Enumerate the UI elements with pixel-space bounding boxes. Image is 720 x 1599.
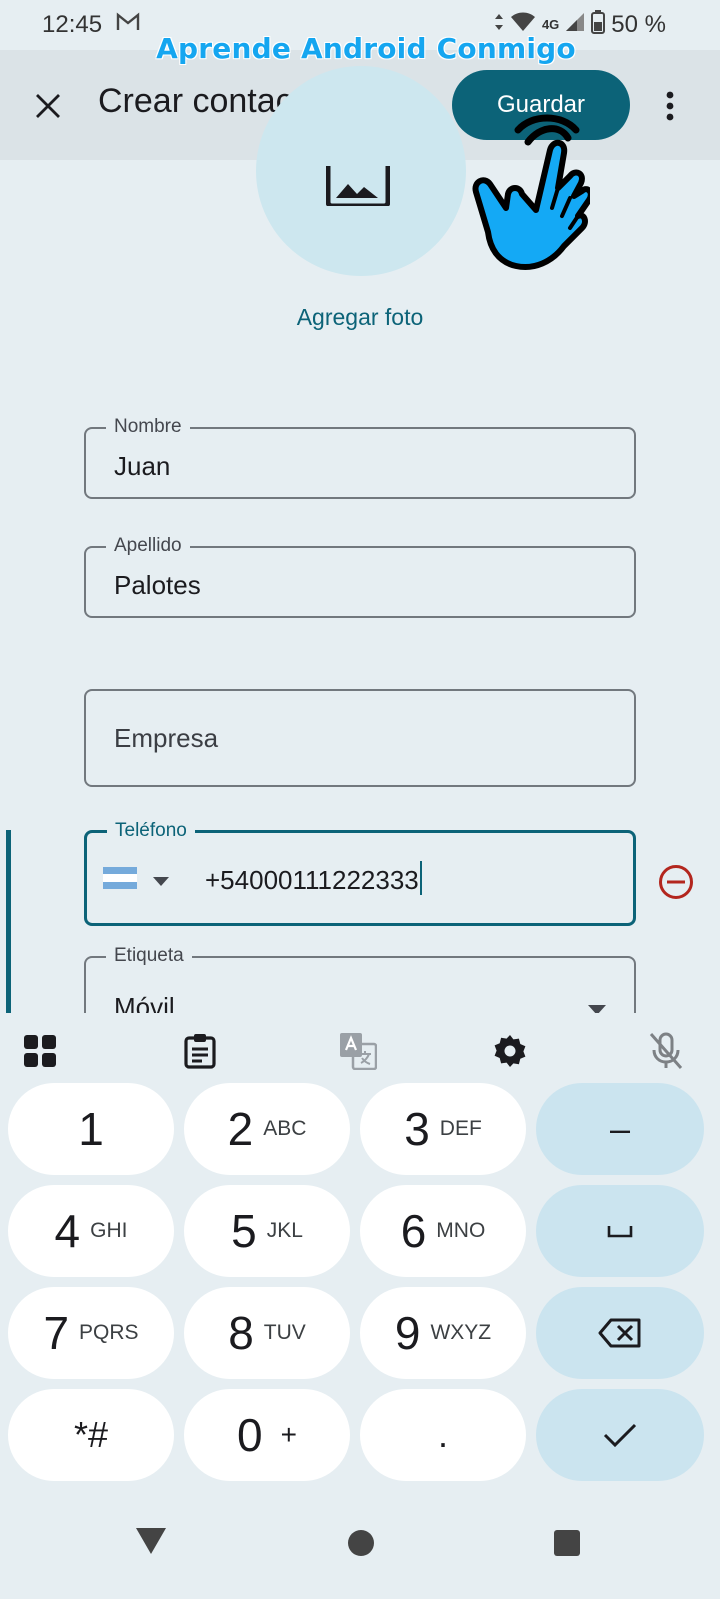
nav-recents-icon[interactable] xyxy=(554,1530,580,1556)
more-options-button[interactable] xyxy=(650,84,690,128)
argentina-flag-icon[interactable] xyxy=(103,867,137,889)
key-5[interactable]: 5 JKL xyxy=(184,1185,350,1277)
watermark-text: Aprende Android Conmigo xyxy=(156,32,576,65)
pointing-hand-icon xyxy=(466,112,594,285)
add-photo-link[interactable]: Agregar foto xyxy=(0,304,720,331)
key-done[interactable] xyxy=(536,1389,704,1481)
company-field[interactable]: Empresa xyxy=(84,689,636,787)
system-nav-bar xyxy=(0,1490,720,1599)
last-name-label: Apellido xyxy=(106,536,190,556)
close-button[interactable] xyxy=(26,84,70,128)
text-cursor xyxy=(419,861,422,895)
key-3[interactable]: 3 DEF xyxy=(360,1083,526,1175)
key-0[interactable]: 0 + xyxy=(184,1389,350,1481)
keyboard-toolbar xyxy=(0,1013,720,1093)
settings-icon[interactable] xyxy=(490,1031,530,1071)
key-9[interactable]: 9 WXYZ xyxy=(360,1287,526,1379)
key-backspace[interactable] xyxy=(536,1287,704,1379)
last-name-value: Palotes xyxy=(114,570,201,600)
key-8[interactable]: 8 TUV xyxy=(184,1287,350,1379)
remove-phone-button[interactable] xyxy=(658,864,694,905)
phone-label: Teléfono xyxy=(107,821,195,841)
nav-back-icon[interactable] xyxy=(136,1528,166,1559)
mic-off-icon[interactable] xyxy=(646,1031,686,1071)
last-name-field[interactable]: Apellido Palotes xyxy=(84,536,636,618)
close-icon xyxy=(36,94,60,118)
apps-grid-icon[interactable] xyxy=(20,1031,60,1071)
key-1[interactable]: 1 xyxy=(8,1083,174,1175)
check-icon xyxy=(603,1423,637,1448)
backspace-icon xyxy=(598,1318,641,1348)
remove-circle-icon xyxy=(659,865,693,899)
more-vert-icon xyxy=(666,91,674,121)
space-icon xyxy=(607,1226,633,1238)
first-name-label: Nombre xyxy=(106,417,190,437)
active-section-indicator xyxy=(6,830,11,1015)
translate-icon[interactable] xyxy=(338,1031,378,1071)
clipboard-icon[interactable] xyxy=(180,1031,220,1071)
tag-label: Etiqueta xyxy=(106,946,192,966)
nav-home-icon[interactable] xyxy=(348,1530,374,1556)
first-name-field[interactable]: Nombre Juan xyxy=(84,417,636,499)
key-7[interactable]: 7 PQRS xyxy=(8,1287,174,1379)
country-dropdown-icon[interactable] xyxy=(153,873,169,891)
key-4[interactable]: 4 GHI xyxy=(8,1185,174,1277)
company-placeholder: Empresa xyxy=(114,723,219,753)
key-6[interactable]: 6 MNO xyxy=(360,1185,526,1277)
phone-field[interactable]: Teléfono +54000111222333 xyxy=(84,821,636,926)
key-space[interactable] xyxy=(536,1185,704,1277)
network-type: 4G xyxy=(541,17,560,32)
key-minus[interactable]: – xyxy=(536,1083,704,1175)
key-period[interactable]: . xyxy=(360,1389,526,1481)
add-photo-icon xyxy=(325,166,391,211)
first-name-value: Juan xyxy=(114,451,171,481)
key-star-hash[interactable]: *# xyxy=(8,1389,174,1481)
key-2[interactable]: 2 ABC xyxy=(184,1083,350,1175)
phone-value: +54000111222333 xyxy=(205,865,419,895)
